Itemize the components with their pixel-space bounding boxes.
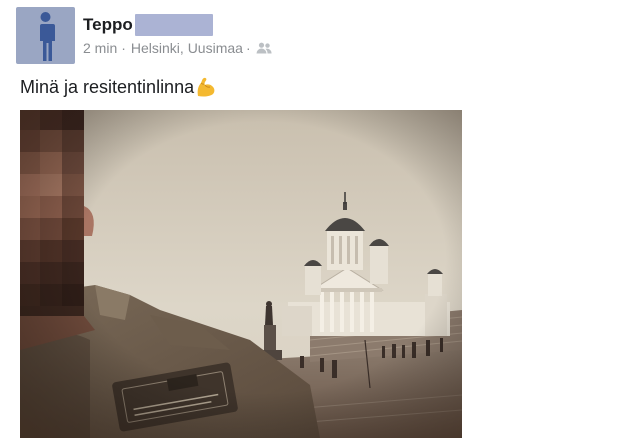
meta-dot: ·	[245, 40, 251, 56]
post-meta: 2 min · Helsinki, Uusimaa ·	[83, 40, 272, 56]
post-location[interactable]: Helsinki, Uusimaa	[131, 40, 243, 56]
redacted-surname	[134, 14, 213, 36]
selfie-photo	[20, 110, 462, 438]
post-text: Minä ja resitentinlinna	[20, 76, 195, 97]
post-photo[interactable]	[20, 110, 462, 438]
post-time[interactable]: 2 min	[83, 40, 117, 56]
post-message: Minä ja resitentinlinna	[20, 76, 217, 98]
flexed-biceps-icon	[197, 77, 215, 97]
meta-separator: ·	[121, 40, 126, 56]
author-name[interactable]: Teppo	[83, 15, 133, 35]
author-row: Teppo	[83, 14, 213, 36]
friends-icon[interactable]	[256, 42, 272, 54]
default-person-icon	[38, 12, 55, 61]
avatar[interactable]	[16, 7, 75, 64]
facebook-post: Teppo 2 min · Helsinki, Uusimaa · Minä j…	[0, 0, 620, 438]
